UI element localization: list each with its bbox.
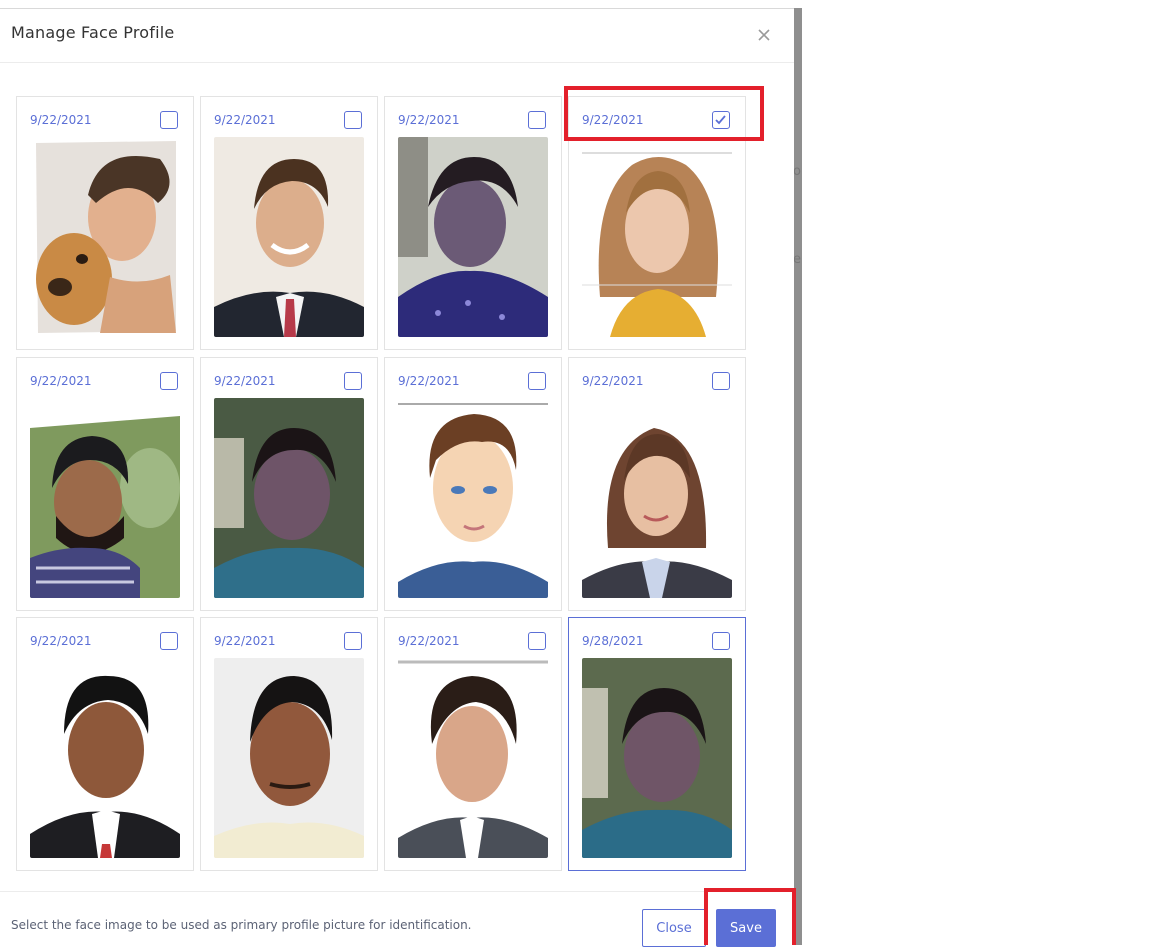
save-button[interactable]: Save: [716, 909, 776, 947]
face-checkbox[interactable]: [344, 632, 362, 650]
face-card[interactable]: 9/28/2021: [568, 617, 746, 871]
face-date: 9/22/2021: [30, 634, 92, 648]
face-card[interactable]: 9/22/2021: [200, 96, 378, 350]
face-date: 9/22/2021: [398, 634, 460, 648]
modal-footer: Select the face image to be used as prim…: [0, 891, 794, 947]
face-checkbox[interactable]: [160, 632, 178, 650]
face-date: 9/22/2021: [214, 113, 276, 127]
face-card[interactable]: 9/22/2021: [16, 357, 194, 611]
cartoon-man-photo: [398, 398, 548, 598]
face-card[interactable]: 9/22/2021: [384, 357, 562, 611]
close-icon[interactable]: [754, 25, 774, 45]
face-checkbox[interactable]: [160, 372, 178, 390]
face-checkbox[interactable]: [528, 372, 546, 390]
face-date: 9/22/2021: [30, 374, 92, 388]
bearded-man-outdoor-photo: [30, 398, 180, 598]
face-card[interactable]: 9/22/2021: [568, 357, 746, 611]
woman-business-photo: [582, 398, 732, 598]
face-date: 9/28/2021: [582, 634, 644, 648]
face-date: 9/22/2021: [398, 113, 460, 127]
face-card[interactable]: 9/22/2021: [384, 96, 562, 350]
face-checkbox[interactable]: [712, 111, 730, 129]
man-with-dog-photo: [30, 137, 180, 337]
background-text-fragment: o: [793, 164, 801, 179]
face-date: 9/22/2021: [30, 113, 92, 127]
woman-webcam-photo: [398, 137, 548, 337]
face-date: 9/22/2021: [214, 634, 276, 648]
face-date: 9/22/2021: [582, 374, 644, 388]
woman-webcam-photo-3: [582, 658, 732, 858]
young-man-passport-photo: [30, 658, 180, 858]
face-checkbox[interactable]: [160, 111, 178, 129]
stock-man-suit-photo: [214, 137, 364, 337]
face-checkbox[interactable]: [712, 632, 730, 650]
background-text-fragment: e: [793, 252, 801, 267]
modal-header: Manage Face Profile: [0, 9, 794, 63]
face-date: 9/22/2021: [214, 374, 276, 388]
face-card[interactable]: 9/22/2021: [16, 96, 194, 350]
face-card[interactable]: 9/22/2021: [16, 617, 194, 871]
face-card[interactable]: 9/22/2021: [568, 96, 746, 350]
face-checkbox[interactable]: [528, 111, 546, 129]
face-checkbox[interactable]: [712, 372, 730, 390]
older-man-passport-photo: [214, 658, 364, 858]
modal-title: Manage Face Profile: [11, 23, 175, 42]
manage-face-profile-modal: Manage Face Profile 9/22/2021 9/22/2021 …: [0, 8, 794, 947]
face-card[interactable]: 9/22/2021: [200, 357, 378, 611]
close-button[interactable]: Close: [642, 909, 706, 947]
face-date: 9/22/2021: [398, 374, 460, 388]
face-card[interactable]: 9/22/2021: [384, 617, 562, 871]
face-checkbox[interactable]: [344, 372, 362, 390]
man-suit-portrait-photo: [398, 658, 548, 858]
footer-instruction-text: Select the face image to be used as prim…: [11, 918, 472, 932]
face-date: 9/22/2021: [582, 113, 644, 127]
woman-webcam-photo-2: [214, 398, 364, 598]
woman-portrait-photo: [582, 137, 732, 337]
face-card[interactable]: 9/22/2021: [200, 617, 378, 871]
face-checkbox[interactable]: [344, 111, 362, 129]
background-overlay-strip: [794, 8, 802, 945]
face-checkbox[interactable]: [528, 632, 546, 650]
